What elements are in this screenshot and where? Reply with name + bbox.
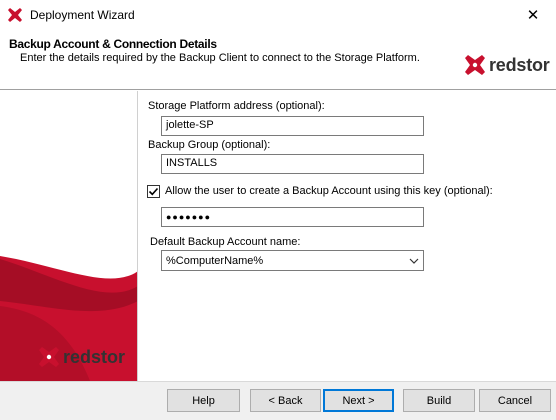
allow-create-label: Allow the user to create a Backup Accoun… xyxy=(165,185,493,197)
help-button[interactable]: Help xyxy=(167,389,240,412)
close-button[interactable]: ✕ xyxy=(510,0,556,30)
header-logo: redstor xyxy=(464,54,550,76)
side-panel: redstor xyxy=(0,91,138,381)
title-bar: Deployment Wizard ✕ xyxy=(0,0,556,30)
wizard-header: Backup Account & Connection Details Ente… xyxy=(0,30,556,90)
cancel-button[interactable]: Cancel xyxy=(479,389,551,412)
window-title: Deployment Wizard xyxy=(30,8,135,22)
next-button[interactable]: Next > xyxy=(323,389,394,412)
chevron-down-icon xyxy=(409,258,419,264)
allow-create-checkbox[interactable] xyxy=(147,185,160,198)
build-button[interactable]: Build xyxy=(403,389,475,412)
storage-platform-input[interactable]: jolette-SP xyxy=(161,116,424,136)
button-bar: Help < Back Next > Build Cancel xyxy=(0,381,556,420)
logo-text: redstor xyxy=(63,346,126,367)
page-subtitle: Enter the details required by the Backup… xyxy=(20,52,420,64)
back-button[interactable]: < Back xyxy=(250,389,321,412)
key-password-input[interactable]: ●●●●●●● xyxy=(161,207,424,227)
storage-platform-label: Storage Platform address (optional): xyxy=(148,100,325,112)
redstor-logo-icon xyxy=(39,347,59,367)
backup-group-input[interactable]: INSTALLS xyxy=(161,154,424,174)
logo-text: redstor xyxy=(489,54,550,75)
default-account-label: Default Backup Account name: xyxy=(150,236,301,248)
redstor-logo-icon xyxy=(465,55,485,75)
close-icon: ✕ xyxy=(526,7,540,24)
default-account-value: %ComputerName% xyxy=(166,254,264,267)
backup-group-label: Backup Group (optional): xyxy=(148,139,271,151)
checkmark-icon xyxy=(148,187,159,196)
page-title: Backup Account & Connection Details xyxy=(9,37,217,51)
side-logo: redstor xyxy=(38,346,125,368)
default-account-select[interactable]: %ComputerName% xyxy=(161,250,424,271)
app-icon xyxy=(8,8,22,22)
side-art xyxy=(0,256,137,381)
